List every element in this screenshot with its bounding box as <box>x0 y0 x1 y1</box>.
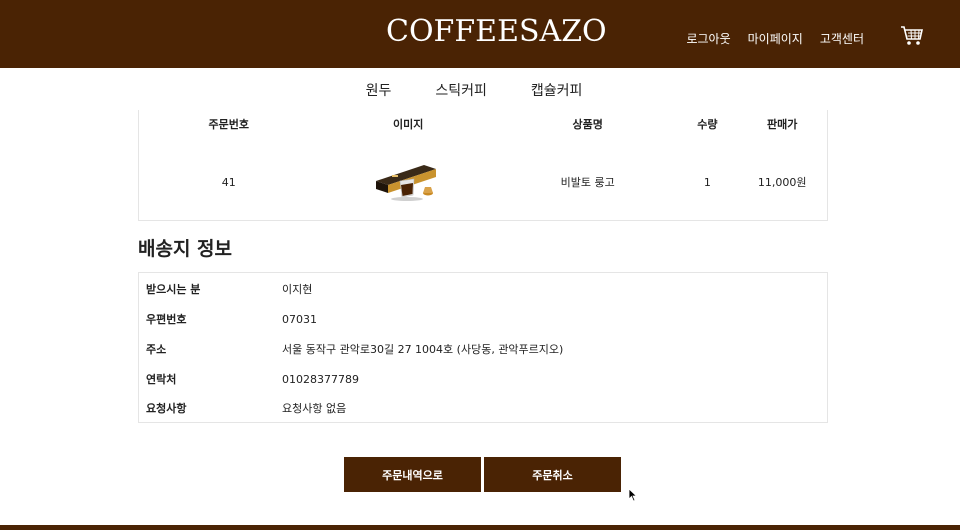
cancel-order-button[interactable]: 주문취소 <box>484 457 621 492</box>
phone-label: 연락처 <box>146 373 177 386</box>
quantity-cell: 1 <box>703 175 711 189</box>
order-history-button[interactable]: 주문내역으로 <box>344 457 481 492</box>
order-table-header: 주문번호 이미지 상품명 수량 판매가 <box>139 116 827 132</box>
product-name-cell: 비발토 룽고 <box>560 176 615 189</box>
category-beans[interactable]: 원두 <box>366 80 392 100</box>
product-image-cell <box>318 159 497 206</box>
customer-center-link[interactable]: 고객센터 <box>820 30 864 47</box>
category-stick-coffee[interactable]: 스틱커피 <box>435 80 487 100</box>
col-quantity: 수량 <box>697 118 718 131</box>
capsule-box-image[interactable] <box>372 159 444 203</box>
shipping-info-table: 받으시는 분 이지현 우편번호 07031 주소 서울 동작구 관악로30길 2… <box>138 272 828 423</box>
address-value: 서울 동작구 관악로30길 27 1004호 (사당동, 관악푸르지오) <box>282 343 564 356</box>
ship-row-zipcode: 우편번호 07031 <box>139 310 827 328</box>
logout-link[interactable]: 로그아웃 <box>686 30 730 47</box>
mypage-link[interactable]: 마이페이지 <box>748 30 803 47</box>
recipient-value: 이지현 <box>282 283 313 296</box>
top-header: COFFEESAZO 로그아웃 마이페이지 고객센터 <box>0 0 960 68</box>
phone-value: 01028377789 <box>282 372 359 386</box>
request-value: 요청사항 없음 <box>282 402 347 415</box>
ship-row-recipient: 받으시는 분 이지현 <box>139 280 827 298</box>
order-no-cell: 41 <box>221 175 236 189</box>
cart-icon[interactable] <box>900 24 924 48</box>
col-price: 판매가 <box>766 118 798 131</box>
order-table: 주문번호 이미지 상품명 수량 판매가 41 비발토 룽고 1 11,000원 <box>138 110 828 221</box>
address-label: 주소 <box>146 343 167 356</box>
top-links: 로그아웃 마이페이지 고객센터 <box>686 30 864 47</box>
ship-row-address: 주소 서울 동작구 관악로30길 27 1004호 (사당동, 관악푸르지오) <box>139 340 827 358</box>
mouse-cursor-icon <box>628 488 638 502</box>
zipcode-value: 07031 <box>282 312 317 326</box>
col-image: 이미지 <box>393 118 424 131</box>
ship-row-request: 요청사항 요청사항 없음 <box>139 399 827 417</box>
recipient-label: 받으시는 분 <box>146 283 201 296</box>
request-label: 요청사항 <box>146 402 187 415</box>
site-logo[interactable]: COFFEESAZO <box>386 14 607 49</box>
price-cell: 11,000원 <box>757 176 807 189</box>
col-order-no: 주문번호 <box>208 118 249 131</box>
category-capsule-coffee[interactable]: 캡슐커피 <box>531 80 583 100</box>
zipcode-label: 우편번호 <box>146 313 187 326</box>
ship-row-phone: 연락처 01028377789 <box>139 370 827 388</box>
table-row: 41 비발토 룽고 1 11,000원 <box>139 162 827 202</box>
col-product-name: 상품명 <box>572 118 603 131</box>
shipping-section-title: 배송지 정보 <box>138 238 233 260</box>
category-nav: 원두 스틱커피 캡슐커피 <box>0 80 960 100</box>
footer-strip <box>0 525 960 530</box>
